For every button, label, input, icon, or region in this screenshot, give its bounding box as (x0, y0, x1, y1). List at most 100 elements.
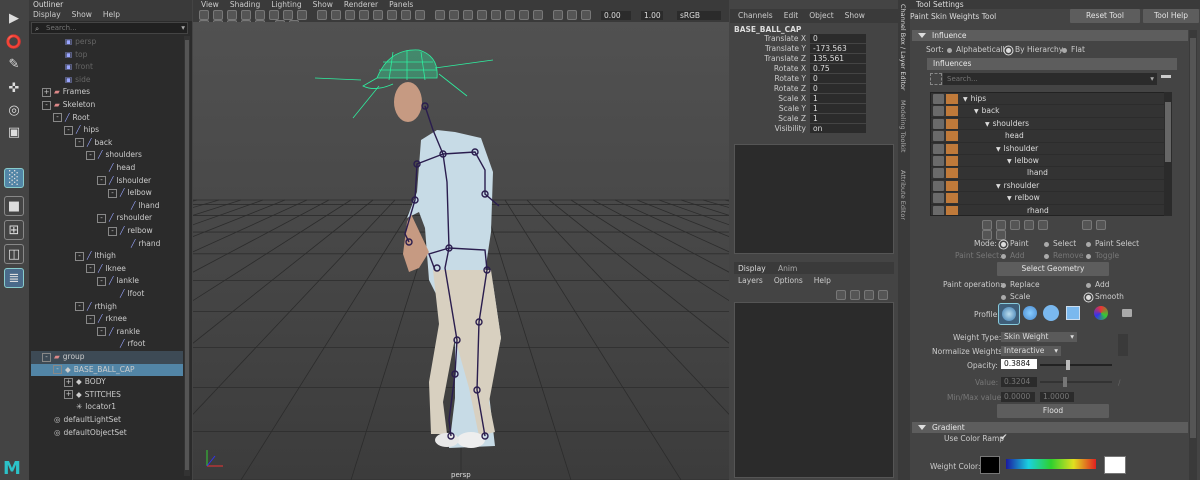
outliner-row[interactable]: + ▰ Frames (31, 86, 183, 99)
outliner-search-input[interactable] (46, 23, 176, 33)
collapse-icon[interactable]: - (42, 100, 51, 110)
tab-modeling-toolkit[interactable]: Modeling Toolkit (899, 100, 907, 152)
lock-icon[interactable] (946, 118, 958, 129)
collapse-icon[interactable]: - (75, 251, 84, 261)
outliner-row[interactable]: ▣ persp (31, 36, 183, 49)
profile-solid-icon[interactable] (1043, 305, 1059, 321)
viewport-tool-icon[interactable] (449, 10, 459, 20)
viewport-tool-icon[interactable] (331, 10, 341, 20)
profile-gaussian-icon[interactable] (998, 303, 1020, 325)
menu-show[interactable]: Show (845, 11, 865, 20)
influence-row[interactable]: ▼ rshoulder (931, 180, 1169, 193)
paste-weights-icon[interactable] (996, 220, 1006, 230)
chevron-down-icon[interactable]: ▼ (985, 121, 990, 128)
outliner-row[interactable]: - ╱ rshoulder (31, 212, 183, 225)
viewport-tool-icon[interactable] (359, 10, 369, 20)
collapse-icon[interactable] (1161, 75, 1171, 78)
copy-weights-icon[interactable] (982, 220, 992, 230)
paintop-scale-radio[interactable]: Scale (1001, 292, 1030, 301)
eye-icon[interactable] (933, 94, 944, 104)
mode-paint-select-radio[interactable]: Paint Select (1086, 239, 1139, 248)
new-layer-icon[interactable] (864, 290, 874, 300)
influence-row[interactable]: ▼ lshoulder (931, 143, 1169, 155)
collapse-icon[interactable]: - (97, 176, 106, 186)
eye-icon[interactable] (933, 205, 944, 215)
chevron-down-icon[interactable]: ▾ (1150, 74, 1154, 83)
weight-color-max-swatch[interactable] (1104, 456, 1126, 474)
viewport-tool-icon[interactable] (505, 10, 515, 20)
outliner-row[interactable]: - ╱ rankle (31, 326, 183, 339)
paintop-add-radio[interactable]: Add (1086, 280, 1110, 289)
chevron-down-icon[interactable]: ▼ (1007, 195, 1012, 202)
unlock-weights-icon[interactable] (1096, 220, 1107, 230)
influence-row[interactable]: lhand (931, 167, 1169, 180)
channel-value[interactable]: 1 (810, 114, 866, 123)
influence-row[interactable]: ▼ shoulders (931, 118, 1169, 131)
outliner-row[interactable]: ▣ front (31, 61, 183, 74)
expand-icon[interactable]: + (42, 87, 51, 97)
outliner-row[interactable]: - ╱ shoulders (31, 149, 183, 162)
paint-select-remove-radio[interactable]: Remove (1044, 251, 1083, 260)
expand-icon[interactable]: + (64, 390, 73, 400)
outliner-row[interactable]: - ╱ hips (31, 124, 183, 137)
outliner-row[interactable]: - ╱ lankle (31, 275, 183, 288)
rotate-tool-icon[interactable]: ◎ (4, 100, 24, 120)
collapse-icon[interactable]: - (97, 276, 106, 286)
scale-tool-icon[interactable]: ▣ (4, 122, 24, 142)
eye-icon[interactable] (933, 131, 944, 142)
viewport-tool-icon[interactable] (415, 10, 425, 20)
outliner-row[interactable]: ╱ rhand (31, 238, 183, 251)
influence-section-header[interactable]: Influence (912, 30, 1188, 41)
use-color-ramp-checkbox[interactable]: ✔ (1000, 433, 1008, 443)
menu-shading[interactable]: Shading (230, 0, 260, 9)
viewport-tool-icon[interactable] (581, 10, 591, 20)
layer-up-icon[interactable] (836, 290, 846, 300)
outliner-row[interactable]: ╱ lhand (31, 200, 183, 213)
outliner-scrollbar[interactable] (184, 36, 190, 476)
tool-settings-scrollbar[interactable] (1189, 30, 1197, 480)
viewport-tool-icon[interactable] (533, 10, 543, 20)
channel-row[interactable]: Rotate X 0.75 (730, 64, 890, 74)
opacity-field[interactable]: 0.3884 (1001, 359, 1037, 369)
influences-scrollbar[interactable] (1164, 92, 1172, 216)
channel-value[interactable]: 1 (810, 94, 866, 103)
outliner-row[interactable]: ✳ locator1 (31, 401, 183, 414)
collapse-icon[interactable]: - (64, 125, 73, 135)
lock-icon[interactable] (946, 168, 958, 179)
channel-row[interactable]: Translate X 0 (730, 34, 890, 44)
outliner-row[interactable]: - ◆ BASE_BALL_CAP (31, 363, 183, 377)
collapse-icon[interactable]: - (86, 264, 95, 274)
channel-value[interactable]: 0 (810, 84, 866, 93)
outliner-row[interactable]: - ╱ rknee (31, 313, 183, 326)
lock-icon[interactable] (946, 180, 958, 191)
channel-row[interactable]: Scale X 1 (730, 94, 890, 104)
menu-lighting[interactable]: Lighting (271, 0, 301, 9)
gamma-field[interactable]: 1.00 (641, 11, 663, 20)
sort-flat-radio[interactable]: Flat (1062, 45, 1085, 54)
colorspace-select[interactable]: sRGB gamma (677, 11, 721, 29)
collapse-icon[interactable]: - (75, 302, 84, 312)
menu-view[interactable]: View (201, 0, 219, 9)
channel-row[interactable]: Translate Y -173.563 (730, 44, 890, 54)
move-weights-icon[interactable] (1024, 220, 1034, 230)
chevron-down-icon[interactable]: ▼ (996, 146, 1001, 153)
viewport-tool-icon[interactable] (477, 10, 487, 20)
sort-by-hierarchy-radio[interactable]: By Hierarchy (1006, 45, 1063, 54)
channel-value[interactable]: 0 (810, 34, 866, 43)
chevron-down-icon[interactable]: ▼ (996, 183, 1001, 190)
menu-display[interactable]: Display (33, 10, 61, 19)
menu-show[interactable]: Show (72, 10, 92, 19)
influence-row[interactable]: ▼ relbow (931, 192, 1169, 205)
filter-icon[interactable] (930, 73, 942, 85)
menu-panels[interactable]: Panels (389, 0, 413, 9)
collapse-icon[interactable]: - (108, 226, 117, 236)
collapse-icon[interactable]: - (86, 314, 95, 324)
select-tool-icon[interactable]: ▶ (4, 8, 24, 28)
viewport-tool-icon[interactable] (297, 10, 307, 20)
menu-help[interactable]: Help (814, 276, 831, 285)
viewport-tool-icon[interactable] (401, 10, 411, 20)
lock-icon[interactable] (946, 193, 958, 204)
lock-icon[interactable] (946, 205, 958, 215)
influences-search-input[interactable] (947, 74, 1137, 84)
viewport-tool-icon[interactable] (567, 10, 577, 20)
